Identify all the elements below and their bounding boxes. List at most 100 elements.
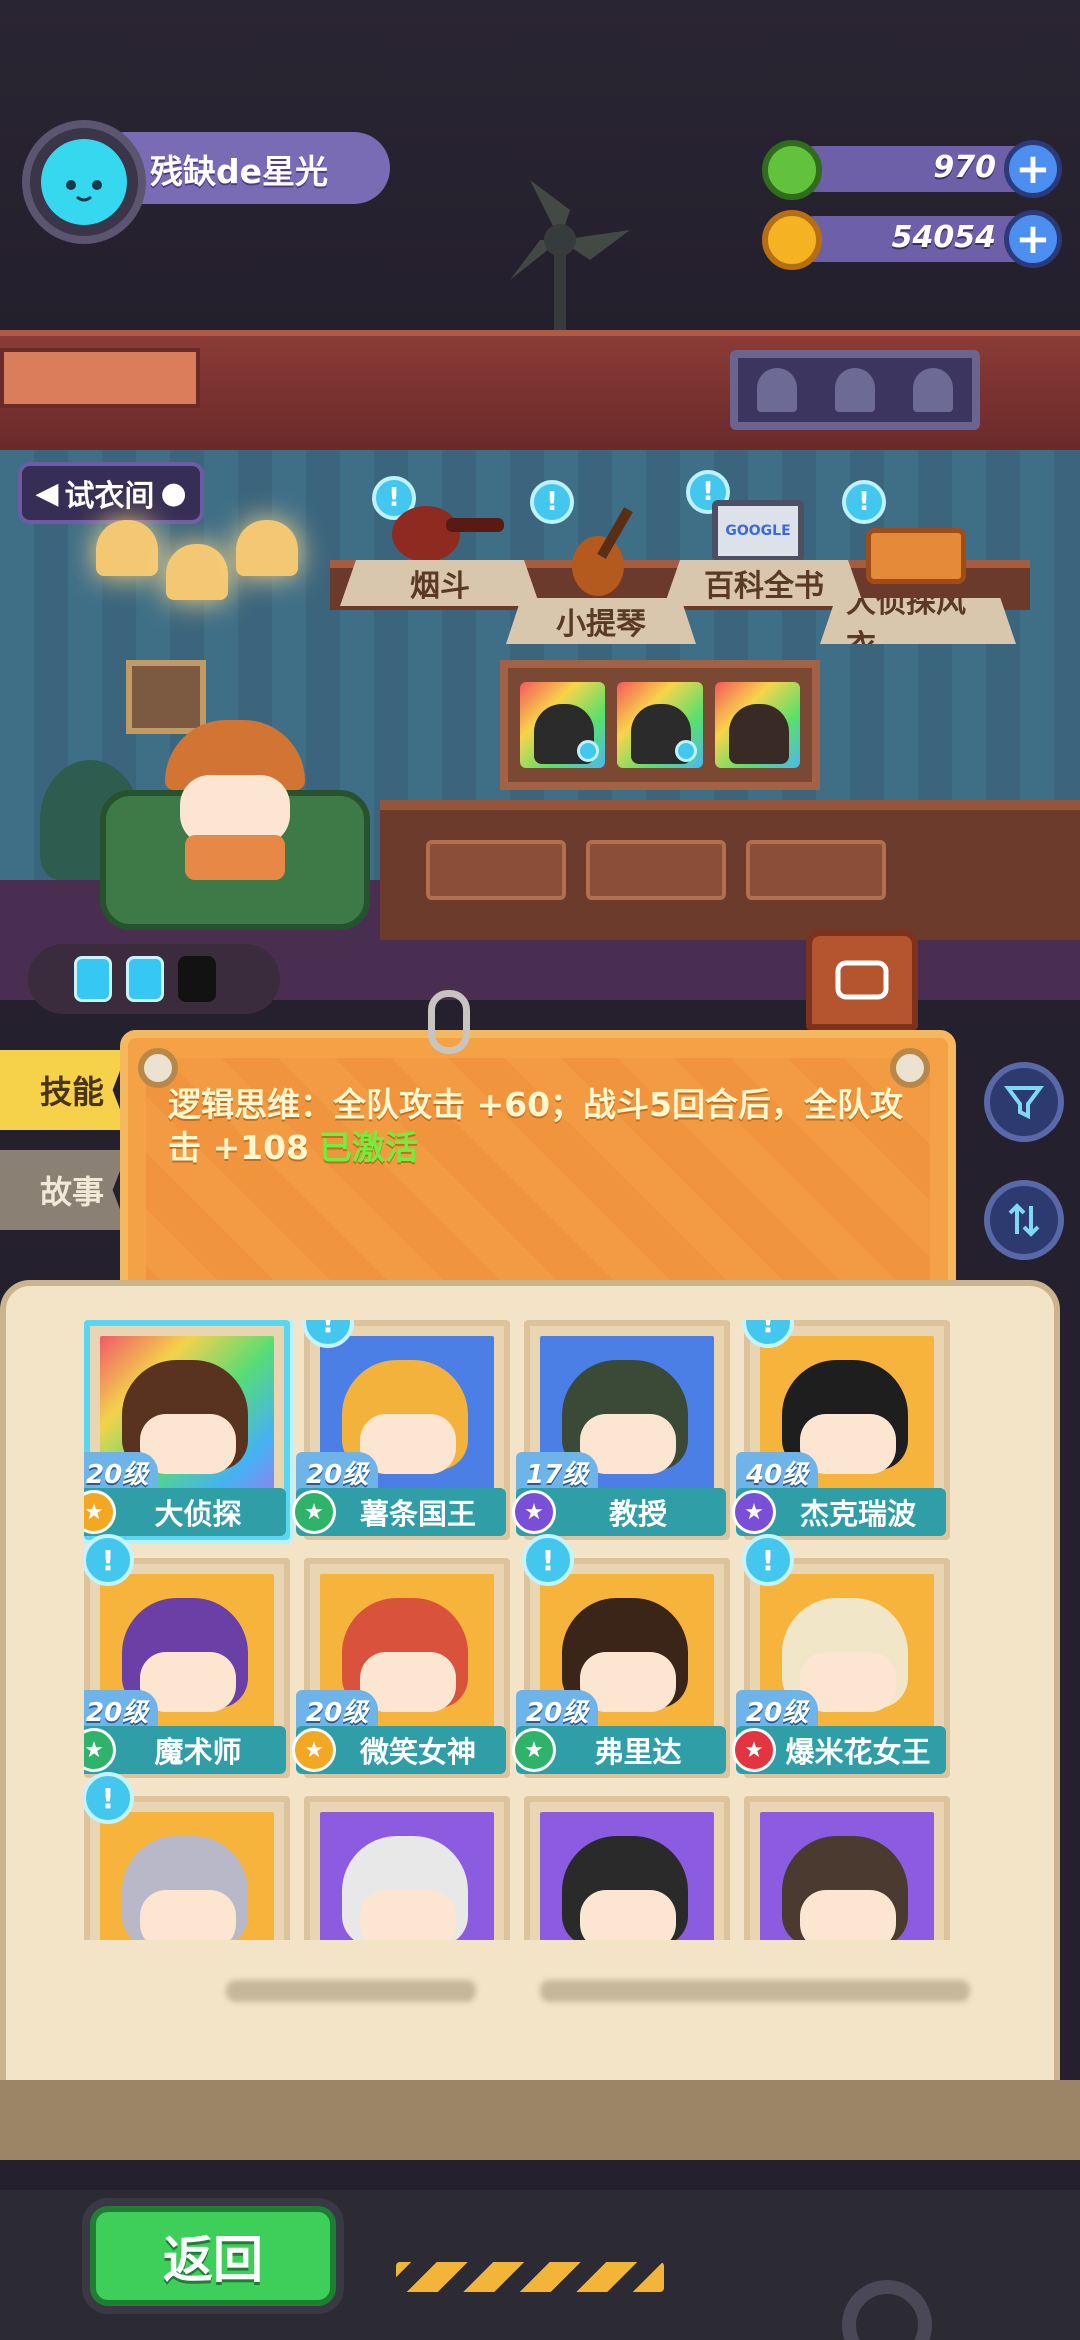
filter-button[interactable] bbox=[984, 1062, 1064, 1142]
character-grid: 20级 大侦探 ★! 20级 薯条国王 ★ 17级 教授 ★! 40级 杰克瑞波 ★! 20级 魔术师 ★ 2… bbox=[84, 1320, 994, 1940]
ghost-icon bbox=[913, 368, 953, 412]
ghost-icon bbox=[835, 368, 875, 412]
rank-red-icon: ★ bbox=[732, 1728, 776, 1772]
character-portrait bbox=[540, 1812, 714, 1940]
ghost-display bbox=[730, 350, 980, 430]
character-face bbox=[800, 1890, 896, 1940]
character-body bbox=[185, 835, 285, 880]
resource-donut-counter: 970 + bbox=[762, 140, 1062, 200]
character-portrait bbox=[100, 1812, 274, 1940]
green-donut-icon bbox=[762, 140, 822, 200]
pipe-icon[interactable] bbox=[386, 500, 506, 570]
character-card[interactable]: ! 20级 薯条国王 ★ bbox=[292, 1320, 510, 1540]
tab-skill[interactable]: 技能 bbox=[0, 1050, 128, 1130]
alert-bubble-icon[interactable]: ! bbox=[742, 1534, 794, 1586]
character-card[interactable]: ! 20级 弗里达 ★ bbox=[512, 1534, 730, 1778]
drawer bbox=[586, 840, 726, 900]
hazard-stripe bbox=[396, 2262, 664, 2292]
lamp-icon bbox=[96, 520, 158, 576]
character-card[interactable]: 20级 大侦探 ★ bbox=[84, 1320, 290, 1540]
rank-purple-icon: ★ bbox=[512, 1490, 556, 1534]
add-coin-button[interactable]: + bbox=[1004, 210, 1062, 268]
character-card[interactable]: ! 40级 杰克瑞波 ★ bbox=[732, 1320, 950, 1540]
skill-slot-bar bbox=[28, 944, 280, 1014]
rank-gold-icon: ★ bbox=[292, 1728, 336, 1772]
blurred-text bbox=[540, 1980, 970, 2002]
blurred-text bbox=[226, 1980, 476, 2002]
character-portrait bbox=[728, 704, 789, 764]
skill-slot-active bbox=[74, 956, 112, 1002]
drawer bbox=[746, 840, 886, 900]
alert-bubble-icon[interactable]: ! bbox=[522, 1534, 574, 1586]
player-name: 残缺de星光 bbox=[150, 152, 329, 191]
skill-slot-empty bbox=[178, 956, 216, 1002]
character-face bbox=[140, 1890, 236, 1940]
sort-icon bbox=[1008, 1203, 1040, 1237]
skill-slot-active bbox=[126, 956, 164, 1002]
rivet-icon bbox=[138, 1048, 178, 1088]
encyclopedia-icon[interactable]: GOOGLE bbox=[712, 500, 804, 562]
character-card[interactable]: 17级 教授 ★ bbox=[512, 1320, 730, 1540]
alert-dot-icon bbox=[577, 740, 600, 762]
rank-green-icon: ★ bbox=[512, 1728, 556, 1772]
character-card[interactable]: ! bbox=[84, 1772, 290, 1940]
alert-bubble-icon[interactable]: ! bbox=[84, 1772, 134, 1824]
character-level: 20级 bbox=[84, 1452, 159, 1492]
lamp-icon bbox=[236, 520, 298, 576]
windmill-fan-icon bbox=[510, 180, 630, 330]
skill-description: 逻辑思维：全队攻击 +60；战斗5回合后，全队攻击 +108 已激活 bbox=[168, 1084, 908, 1170]
skill-status: 已激活 bbox=[319, 1127, 419, 1167]
avatar[interactable] bbox=[22, 120, 146, 244]
rank-green-icon: ★ bbox=[292, 1490, 336, 1534]
character-card[interactable]: 20级 微笑女神 ★ bbox=[292, 1558, 510, 1778]
character-level: 20级 bbox=[296, 1690, 379, 1730]
character-card[interactable] bbox=[304, 1796, 510, 1940]
resource-value: 54054 bbox=[891, 220, 996, 255]
character-card[interactable] bbox=[524, 1796, 730, 1940]
dressing-room-button[interactable]: ◀ 试衣间 ● bbox=[18, 462, 204, 524]
drawer bbox=[426, 840, 566, 900]
dot-icon: ● bbox=[160, 475, 187, 511]
item-label-trench-coat[interactable]: 大侦探风衣 bbox=[820, 598, 1016, 644]
character-level: 20级 bbox=[736, 1690, 819, 1730]
costume-slot[interactable] bbox=[714, 682, 800, 768]
character-face bbox=[580, 1890, 676, 1940]
left-arrow-icon: ◀ bbox=[35, 475, 59, 511]
character-card[interactable] bbox=[744, 1796, 950, 1940]
back-button[interactable]: 返回 bbox=[90, 2206, 336, 2306]
wardrobe-tag-icon[interactable] bbox=[806, 930, 918, 1030]
rivet-icon bbox=[890, 1048, 930, 1088]
filter-icon bbox=[1004, 1086, 1044, 1120]
skill-text: 逻辑思维：全队攻击 +60；战斗5回合后，全队攻击 +108 bbox=[168, 1085, 904, 1167]
book-bottom bbox=[0, 2080, 1080, 2160]
character-level: 20级 bbox=[516, 1690, 599, 1730]
dressing-room-label: 试衣间 bbox=[64, 479, 155, 514]
costume-slot[interactable] bbox=[617, 682, 703, 768]
add-donut-button[interactable]: + bbox=[1004, 140, 1062, 198]
ghost-icon bbox=[757, 368, 797, 412]
character-level: 40级 bbox=[736, 1452, 819, 1492]
alert-dot-icon bbox=[674, 740, 697, 762]
violin-icon[interactable] bbox=[560, 500, 650, 600]
gold-planet-coin-icon bbox=[762, 210, 822, 270]
resource-coin-counter: 54054 + bbox=[762, 210, 1062, 270]
resource-value: 970 bbox=[933, 150, 996, 185]
item-label-encyclopedia[interactable]: 百科全书 bbox=[664, 560, 864, 606]
alert-bubble-icon[interactable]: ! bbox=[842, 480, 886, 524]
costume-slot[interactable] bbox=[520, 682, 606, 768]
item-label-pipe[interactable]: 烟斗 bbox=[340, 560, 540, 606]
tab-story[interactable]: 故事 bbox=[0, 1150, 128, 1230]
sort-button[interactable] bbox=[984, 1180, 1064, 1260]
character-card[interactable]: ! 20级 魔术师 ★ bbox=[84, 1534, 290, 1778]
shelf-panel bbox=[0, 348, 200, 408]
detective-character[interactable] bbox=[160, 720, 310, 880]
cat-avatar-icon bbox=[41, 139, 127, 225]
character-level: 20级 bbox=[84, 1690, 159, 1730]
character-portrait bbox=[320, 1812, 494, 1940]
trench-coat-icon[interactable] bbox=[866, 528, 966, 584]
character-card[interactable]: ! 20级 爆米花女王 ★ bbox=[732, 1534, 950, 1778]
alert-bubble-icon[interactable]: ! bbox=[84, 1534, 134, 1586]
character-portrait bbox=[760, 1812, 934, 1940]
paper-clip-icon bbox=[428, 990, 470, 1054]
costume-cabinet bbox=[500, 660, 820, 790]
